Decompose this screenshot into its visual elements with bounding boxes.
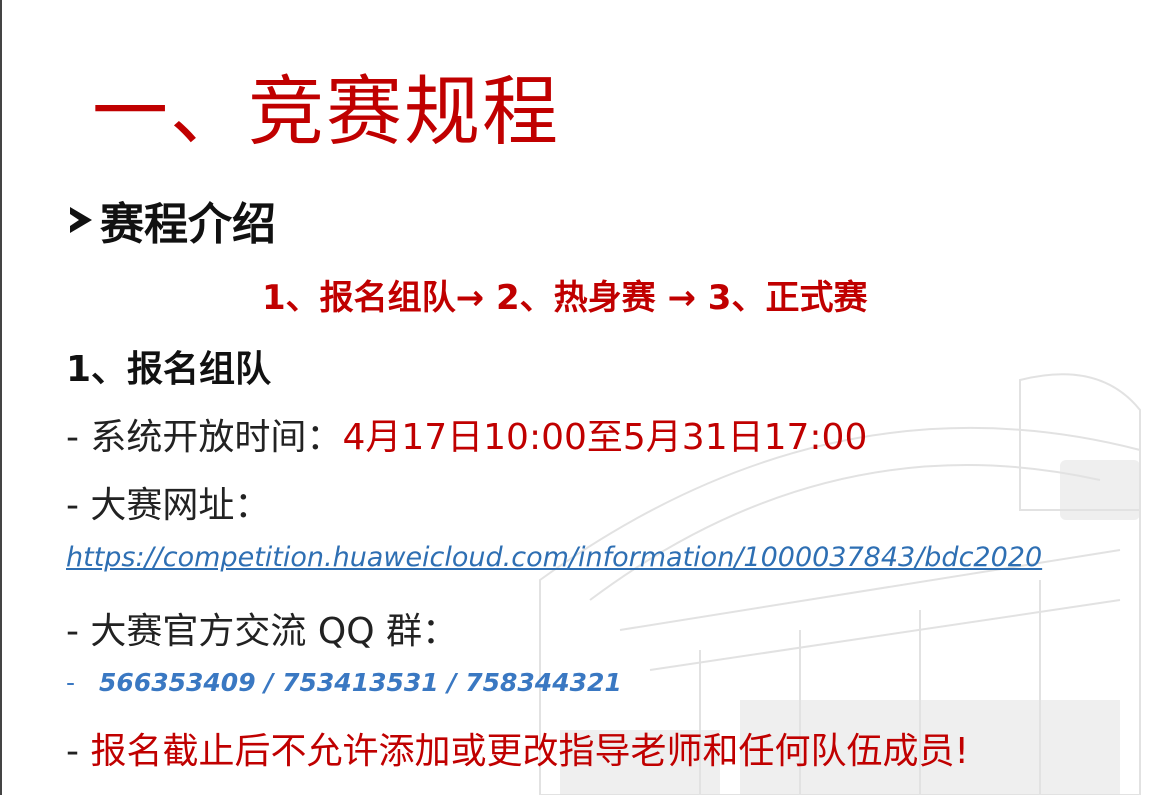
registration-subheading: 1、报名组队 — [66, 349, 272, 390]
open-time-label: - 系统开放时间： — [66, 417, 343, 458]
qq-dash: - — [66, 668, 76, 697]
qq-group-label: - 大赛官方交流 QQ 群： — [66, 611, 458, 652]
open-time-value: 4月17日10:00至5月31日17:00 — [342, 417, 868, 458]
campus-gate-sketch-background — [539, 373, 1141, 795]
slide-left-border — [0, 0, 2, 795]
warning-line: - 报名截止后不允许添加或更改指导老师和任何队伍成员! — [66, 722, 969, 774]
qq-group-numbers-line: -566353409 / 753413531 / 758344321 — [66, 668, 622, 697]
site-label: - 大赛网址： — [66, 485, 271, 526]
warning-dash: - — [66, 731, 91, 772]
open-time-line: - 系统开放时间：4月17日10:00至5月31日17:00 — [66, 408, 867, 460]
arrow-bullet-icon — [70, 207, 92, 233]
qq-group-numbers: 566353409 / 753413531 / 758344321 — [99, 668, 622, 697]
warning-text: 报名截止后不允许添加或更改指导老师和任何队伍成员! — [90, 731, 969, 772]
competition-url-link[interactable]: https://competition.huaweicloud.com/info… — [66, 542, 1042, 573]
section-heading-text: 赛程介绍 — [100, 199, 276, 250]
section-heading: 赛程介绍 — [70, 188, 276, 252]
slide-title: 一、竞赛规程 — [92, 67, 560, 156]
competition-flow: 1、报名组队→ 2、热身赛 → 3、正式赛 — [262, 278, 868, 318]
